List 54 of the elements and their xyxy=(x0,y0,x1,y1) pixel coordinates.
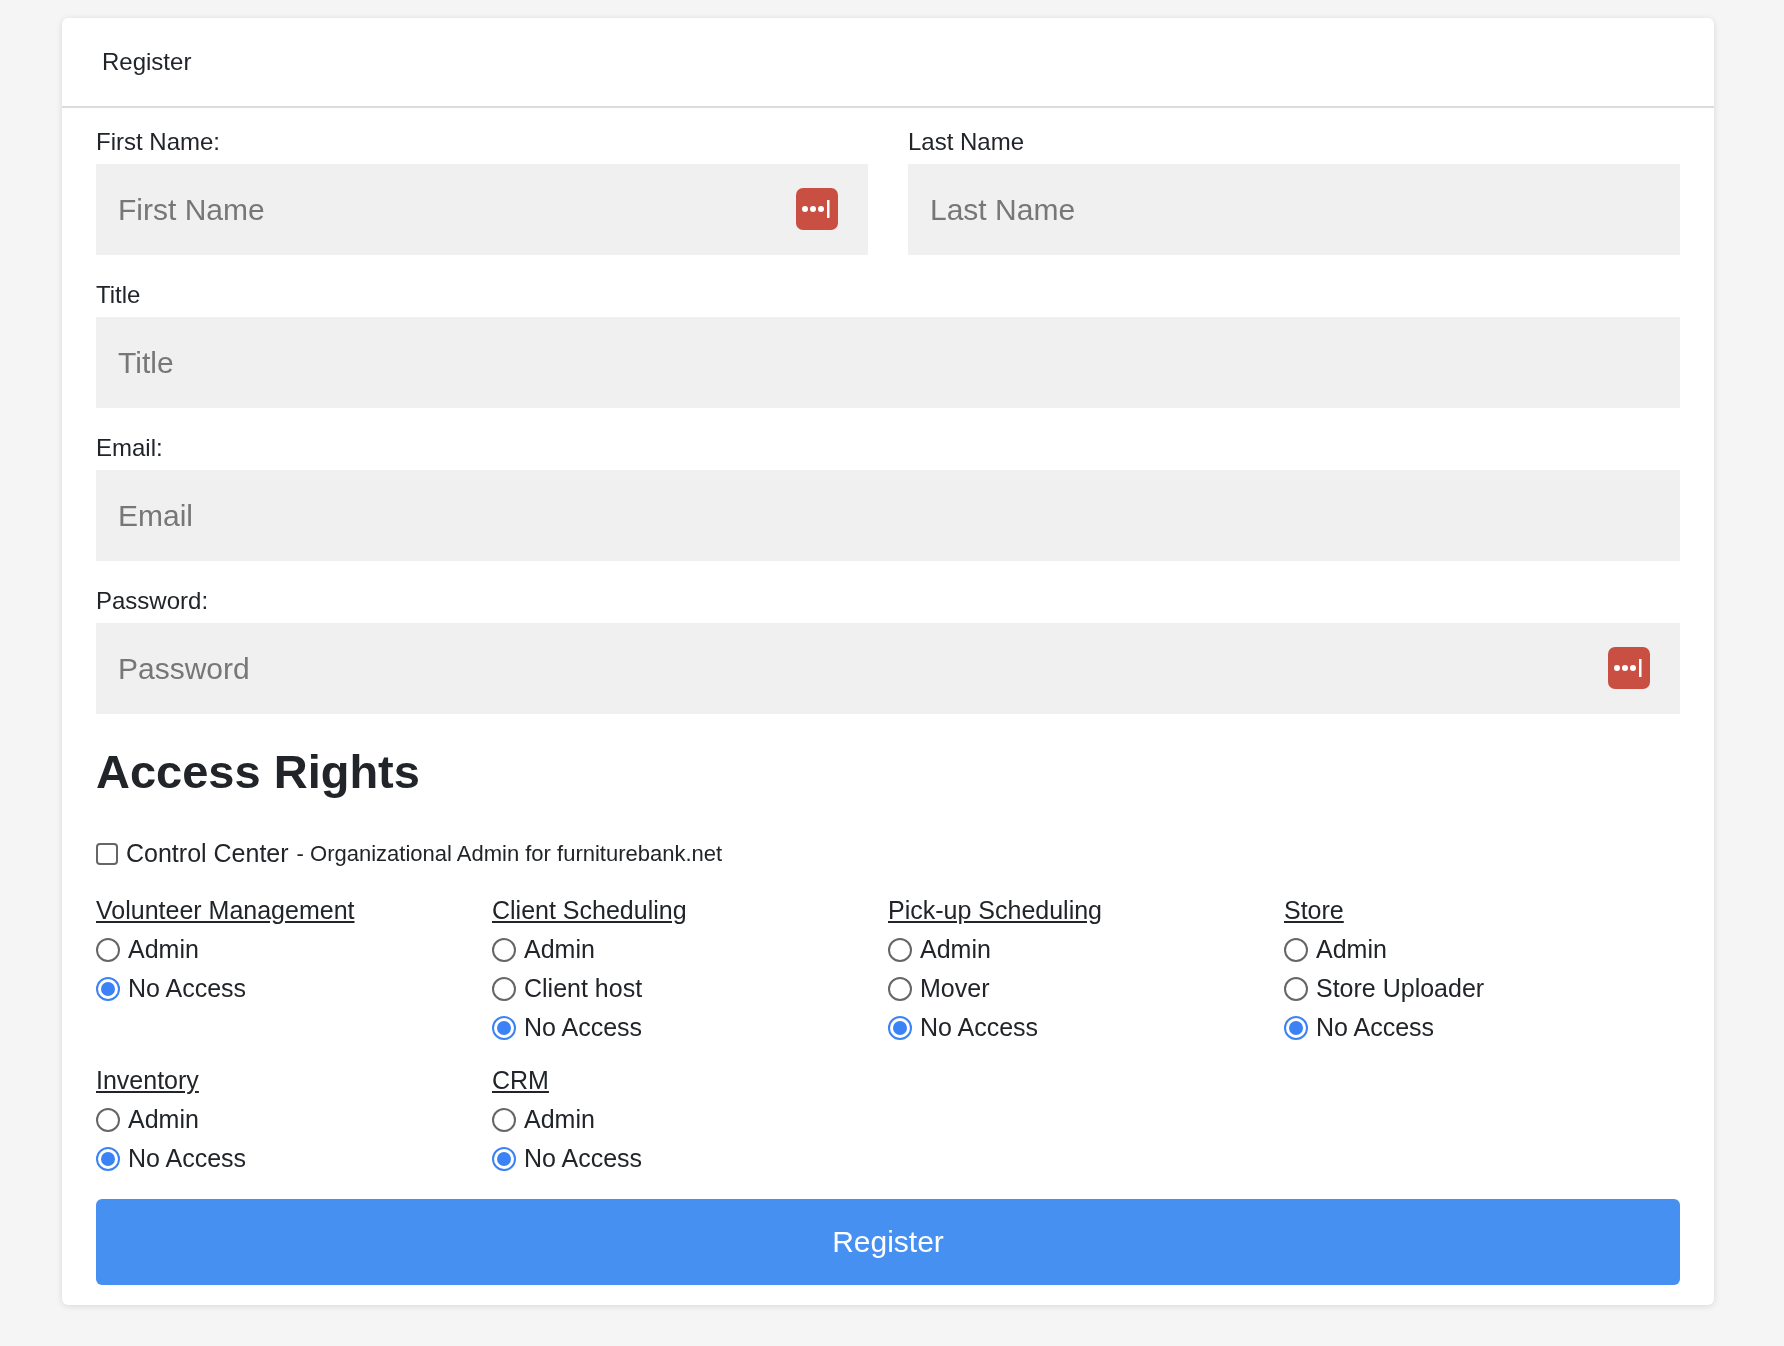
radio-label: No Access xyxy=(128,1144,247,1173)
radio-label: No Access xyxy=(920,1013,1039,1042)
input-field[interactable]: First Name xyxy=(96,164,868,255)
radio-button[interactable] xyxy=(492,1015,516,1040)
input-field[interactable]: Last Name xyxy=(908,164,1680,255)
radio-button[interactable] xyxy=(1284,1015,1308,1040)
card-title: Register xyxy=(62,18,1714,108)
radio-label: No Access xyxy=(1316,1013,1435,1042)
checkbox-description: - Organizational Admin for furniturebank.net xyxy=(296,840,723,867)
radio-button[interactable] xyxy=(1284,937,1308,962)
field-label: First Name: xyxy=(96,128,221,156)
group-title: Volunteer Management xyxy=(96,896,355,925)
radio-button[interactable] xyxy=(96,1146,120,1171)
radio-label: Mover xyxy=(920,974,990,1003)
radio-button[interactable] xyxy=(888,1015,912,1040)
radio-label: No Access xyxy=(128,974,247,1003)
group-title: CRM xyxy=(492,1066,549,1095)
radio-label: No Access xyxy=(524,1013,643,1042)
radio-button[interactable] xyxy=(888,937,912,962)
radio-button[interactable] xyxy=(492,937,516,962)
input-field[interactable]: Title xyxy=(96,317,1680,408)
radio-button[interactable] xyxy=(888,976,912,1001)
field-label: Password: xyxy=(96,587,210,615)
radio-button[interactable] xyxy=(96,976,120,1001)
radio-button[interactable] xyxy=(96,937,120,962)
radio-label: Store Uploader xyxy=(1316,974,1485,1003)
radio-button[interactable] xyxy=(1284,976,1308,1001)
radio-label: Admin xyxy=(128,935,199,964)
input-field[interactable]: Password xyxy=(96,623,1680,714)
radio-button[interactable] xyxy=(96,1107,120,1132)
field-label: Last Name xyxy=(908,128,1026,156)
input-field[interactable]: Email xyxy=(96,470,1680,561)
group-title: Inventory xyxy=(96,1066,199,1095)
radio-label: Admin xyxy=(1316,935,1387,964)
radio-button[interactable] xyxy=(492,976,516,1001)
radio-label: No Access xyxy=(524,1144,643,1173)
radio-label: Admin xyxy=(524,935,595,964)
password-manager-icon[interactable] xyxy=(1608,647,1650,689)
group-title: Client Scheduling xyxy=(492,896,687,925)
radio-label: Client host xyxy=(524,974,643,1003)
register-button[interactable]: Register xyxy=(96,1199,1680,1285)
checkbox[interactable] xyxy=(96,842,118,865)
radio-label: Admin xyxy=(524,1105,595,1134)
checkbox-label: Control Center xyxy=(126,839,289,868)
group-title: Pick-up Scheduling xyxy=(888,896,1102,925)
radio-label: Admin xyxy=(920,935,991,964)
section-heading: Access Rights xyxy=(96,744,421,799)
group-title: Store xyxy=(1284,896,1344,925)
field-label: Email: xyxy=(96,434,164,462)
password-manager-icon[interactable] xyxy=(796,188,838,230)
radio-button[interactable] xyxy=(492,1107,516,1132)
field-label: Title xyxy=(96,281,142,309)
radio-button[interactable] xyxy=(492,1146,516,1171)
radio-label: Admin xyxy=(128,1105,199,1134)
